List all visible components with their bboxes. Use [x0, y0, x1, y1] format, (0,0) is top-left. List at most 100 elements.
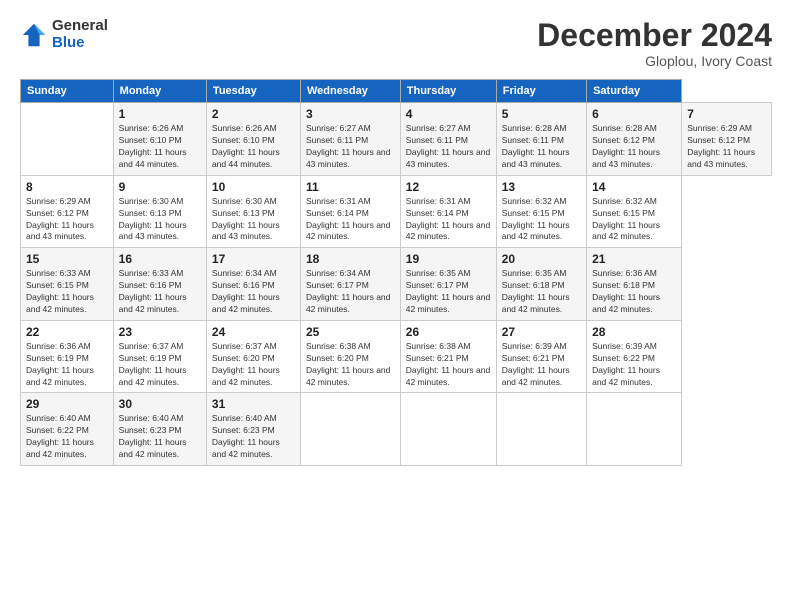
header: General Blue December 2024 Gloplou, Ivor…: [20, 18, 772, 69]
day-number: 7: [687, 107, 766, 121]
logo-icon: [20, 21, 48, 49]
day-info: Sunrise: 6:34 AMSunset: 6:17 PMDaylight:…: [306, 268, 395, 316]
column-header-friday: Friday: [496, 80, 586, 103]
day-info: Sunrise: 6:27 AMSunset: 6:11 PMDaylight:…: [306, 123, 395, 171]
day-number: 8: [26, 180, 108, 194]
calendar-cell: 7 Sunrise: 6:29 AMSunset: 6:12 PMDaylight…: [682, 103, 772, 176]
calendar-cell: 21Sunrise: 6:36 AMSunset: 6:18 PMDayligh…: [587, 248, 682, 321]
calendar-cell: 3 Sunrise: 6:27 AMSunset: 6:11 PMDaylight…: [300, 103, 400, 176]
column-header-saturday: Saturday: [587, 80, 682, 103]
calendar-cell: 25 Sunrise: 6:38 AMSunset: 6:20 PMDayligh…: [300, 320, 400, 393]
day-number: 23: [119, 325, 201, 339]
day-number: 5: [502, 107, 581, 121]
column-header-sunday: Sunday: [21, 80, 114, 103]
day-number: 28: [592, 325, 676, 339]
column-header-thursday: Thursday: [400, 80, 496, 103]
calendar-cell: 20 Sunrise: 6:35 AMSunset: 6:18 PMDayligh…: [496, 248, 586, 321]
calendar-cell: 5 Sunrise: 6:28 AMSunset: 6:11 PMDaylight…: [496, 103, 586, 176]
day-number: 13: [502, 180, 581, 194]
day-info: Sunrise: 6:29 AMSunset: 6:12 PMDaylight:…: [26, 196, 108, 244]
day-info: Sunrise: 6:26 AMSunset: 6:10 PMDaylight:…: [119, 123, 201, 171]
calendar-cell: 18Sunrise: 6:34 AMSunset: 6:17 PMDayligh…: [300, 248, 400, 321]
day-number: 9: [119, 180, 201, 194]
day-info: Sunrise: 6:30 AMSunset: 6:13 PMDaylight:…: [212, 196, 295, 244]
day-info: Sunrise: 6:35 AMSunset: 6:18 PMDaylight:…: [502, 268, 581, 316]
day-number: 16: [119, 252, 201, 266]
day-number: 29: [26, 397, 108, 411]
day-info: Sunrise: 6:38 AMSunset: 6:21 PMDaylight:…: [406, 341, 491, 389]
calendar-cell: 11Sunrise: 6:31 AMSunset: 6:14 PMDayligh…: [300, 175, 400, 248]
day-info: Sunrise: 6:34 AMSunset: 6:16 PMDaylight:…: [212, 268, 295, 316]
calendar-cell: 23 Sunrise: 6:37 AMSunset: 6:19 PMDayligh…: [113, 320, 206, 393]
week-row-5: 29 Sunrise: 6:40 AMSunset: 6:22 PMDayligh…: [21, 393, 772, 466]
logo-general: General: [52, 18, 108, 35]
calendar-cell: 9 Sunrise: 6:30 AMSunset: 6:13 PMDaylight…: [113, 175, 206, 248]
day-number: 20: [502, 252, 581, 266]
day-number: 22: [26, 325, 108, 339]
day-number: 31: [212, 397, 295, 411]
day-number: 30: [119, 397, 201, 411]
calendar-cell: 4 Sunrise: 6:27 AMSunset: 6:11 PMDaylight…: [400, 103, 496, 176]
day-number: 10: [212, 180, 295, 194]
day-info: Sunrise: 6:33 AMSunset: 6:15 PMDaylight:…: [26, 268, 108, 316]
day-info: Sunrise: 6:30 AMSunset: 6:13 PMDaylight:…: [119, 196, 201, 244]
calendar-cell: 8 Sunrise: 6:29 AMSunset: 6:12 PMDaylight…: [21, 175, 114, 248]
day-number: 15: [26, 252, 108, 266]
week-row-4: 22 Sunrise: 6:36 AMSunset: 6:19 PMDayligh…: [21, 320, 772, 393]
day-info: Sunrise: 6:27 AMSunset: 6:11 PMDaylight:…: [406, 123, 491, 171]
day-number: 4: [406, 107, 491, 121]
calendar-cell: 27Sunrise: 6:39 AMSunset: 6:21 PMDayligh…: [496, 320, 586, 393]
day-number: 6: [592, 107, 676, 121]
day-info: Sunrise: 6:39 AMSunset: 6:21 PMDaylight:…: [502, 341, 581, 389]
week-row-2: 8 Sunrise: 6:29 AMSunset: 6:12 PMDaylight…: [21, 175, 772, 248]
calendar-cell: [587, 393, 682, 466]
day-info: Sunrise: 6:29 AMSunset: 6:12 PMDaylight:…: [687, 123, 766, 171]
day-number: 12: [406, 180, 491, 194]
day-number: 2: [212, 107, 295, 121]
day-info: Sunrise: 6:40 AMSunset: 6:23 PMDaylight:…: [119, 413, 201, 461]
calendar-cell: [21, 103, 114, 176]
week-row-1: 1 Sunrise: 6:26 AMSunset: 6:10 PMDaylight…: [21, 103, 772, 176]
day-info: Sunrise: 6:36 AMSunset: 6:18 PMDaylight:…: [592, 268, 676, 316]
calendar-table: SundayMondayTuesdayWednesdayThursdayFrid…: [20, 79, 772, 466]
logo-text: General Blue: [52, 18, 108, 51]
day-number: 11: [306, 180, 395, 194]
calendar-header-row: SundayMondayTuesdayWednesdayThursdayFrid…: [21, 80, 772, 103]
calendar-cell: [496, 393, 586, 466]
location-title: Gloplou, Ivory Coast: [537, 53, 772, 69]
day-info: Sunrise: 6:35 AMSunset: 6:17 PMDaylight:…: [406, 268, 491, 316]
column-header-tuesday: Tuesday: [206, 80, 300, 103]
day-info: Sunrise: 6:37 AMSunset: 6:19 PMDaylight:…: [119, 341, 201, 389]
day-info: Sunrise: 6:36 AMSunset: 6:19 PMDaylight:…: [26, 341, 108, 389]
calendar-cell: 14Sunrise: 6:32 AMSunset: 6:15 PMDayligh…: [587, 175, 682, 248]
day-number: 24: [212, 325, 295, 339]
day-info: Sunrise: 6:32 AMSunset: 6:15 PMDaylight:…: [502, 196, 581, 244]
day-number: 17: [212, 252, 295, 266]
calendar-cell: 22 Sunrise: 6:36 AMSunset: 6:19 PMDayligh…: [21, 320, 114, 393]
calendar-cell: 17 Sunrise: 6:34 AMSunset: 6:16 PMDayligh…: [206, 248, 300, 321]
day-info: Sunrise: 6:31 AMSunset: 6:14 PMDaylight:…: [406, 196, 491, 244]
day-info: Sunrise: 6:28 AMSunset: 6:11 PMDaylight:…: [502, 123, 581, 171]
day-info: Sunrise: 6:26 AMSunset: 6:10 PMDaylight:…: [212, 123, 295, 171]
calendar-cell: 19Sunrise: 6:35 AMSunset: 6:17 PMDayligh…: [400, 248, 496, 321]
calendar-body: 1 Sunrise: 6:26 AMSunset: 6:10 PMDaylight…: [21, 103, 772, 466]
day-info: Sunrise: 6:40 AMSunset: 6:23 PMDaylight:…: [212, 413, 295, 461]
calendar-cell: 31 Sunrise: 6:40 AMSunset: 6:23 PMDayligh…: [206, 393, 300, 466]
day-info: Sunrise: 6:28 AMSunset: 6:12 PMDaylight:…: [592, 123, 676, 171]
day-info: Sunrise: 6:40 AMSunset: 6:22 PMDaylight:…: [26, 413, 108, 461]
day-info: Sunrise: 6:37 AMSunset: 6:20 PMDaylight:…: [212, 341, 295, 389]
calendar-cell: 15 Sunrise: 6:33 AMSunset: 6:15 PMDayligh…: [21, 248, 114, 321]
month-title: December 2024: [537, 18, 772, 53]
calendar-cell: 29 Sunrise: 6:40 AMSunset: 6:22 PMDayligh…: [21, 393, 114, 466]
day-info: Sunrise: 6:38 AMSunset: 6:20 PMDaylight:…: [306, 341, 395, 389]
day-number: 3: [306, 107, 395, 121]
week-row-3: 15 Sunrise: 6:33 AMSunset: 6:15 PMDayligh…: [21, 248, 772, 321]
day-info: Sunrise: 6:39 AMSunset: 6:22 PMDaylight:…: [592, 341, 676, 389]
title-area: December 2024 Gloplou, Ivory Coast: [537, 18, 772, 69]
day-number: 25: [306, 325, 395, 339]
day-number: 1: [119, 107, 201, 121]
column-header-monday: Monday: [113, 80, 206, 103]
calendar-cell: 30 Sunrise: 6:40 AMSunset: 6:23 PMDayligh…: [113, 393, 206, 466]
calendar-cell: 26Sunrise: 6:38 AMSunset: 6:21 PMDayligh…: [400, 320, 496, 393]
calendar-cell: 1 Sunrise: 6:26 AMSunset: 6:10 PMDaylight…: [113, 103, 206, 176]
